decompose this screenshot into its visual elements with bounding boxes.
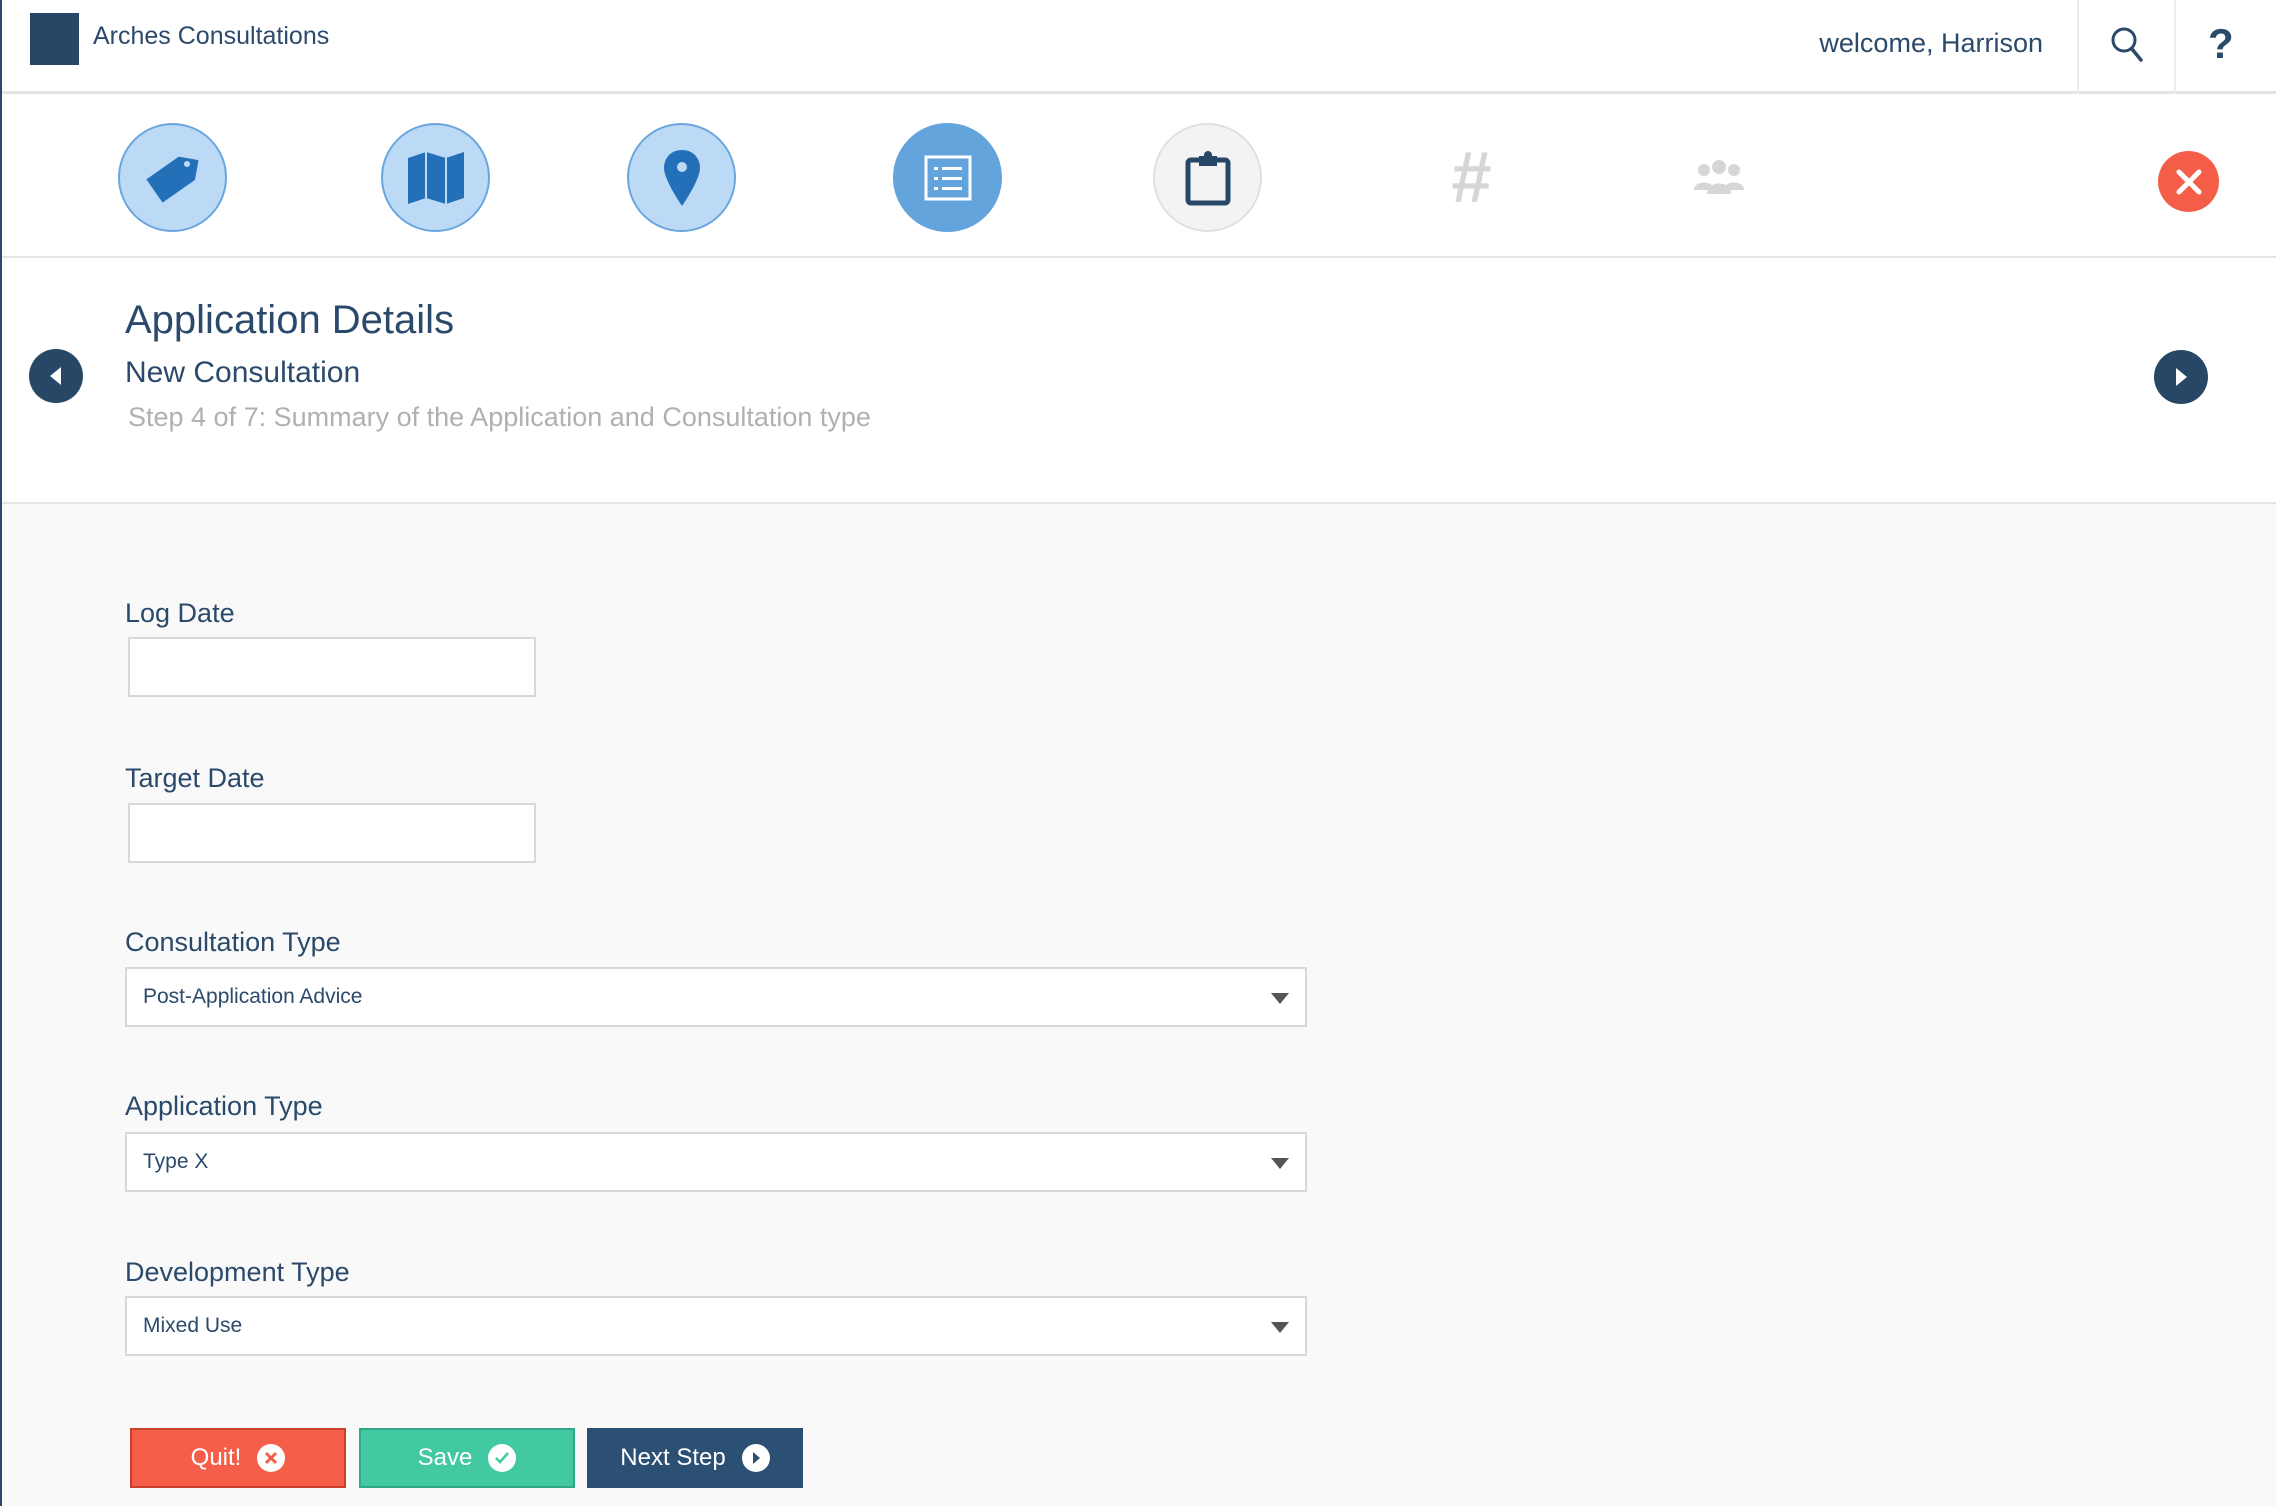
consultation-type-value: Post-Application Advice [143,985,363,1008]
page-title: Application Details [125,298,455,342]
next-step-button[interactable]: Next Step [587,1428,803,1488]
chevron-right-circle-icon [741,1444,770,1472]
check-circle-icon [488,1444,517,1472]
app-title[interactable]: Arches Consultations [93,22,329,51]
step-details[interactable] [893,123,1002,232]
people-icon [1693,159,1744,194]
map-pin-icon [663,149,700,206]
log-date-label: Log Date [125,598,235,628]
close-icon [2176,169,2201,194]
application-type-value: Type X [143,1150,209,1173]
save-label: Save [417,1444,473,1471]
step-navigation: # [2,94,2276,258]
next-step-label: Next Step [620,1444,726,1471]
development-type-select[interactable]: Mixed Use [125,1296,1307,1356]
step-people[interactable] [1664,123,1773,232]
top-header: Arches Consultations welcome, Harrison ? [2,0,2276,94]
development-type-label: Development Type [125,1257,350,1287]
chevron-down-icon [1271,993,1289,1004]
consultation-type-select[interactable]: Post-Application Advice [125,967,1307,1027]
step-clipboard[interactable] [1153,123,1262,232]
help-icon[interactable]: ? [2208,20,2234,68]
step-map[interactable] [381,123,490,232]
welcome-text: welcome, Harrison [1819,28,2043,58]
divider [2174,0,2176,94]
target-date-label: Target Date [125,763,265,793]
map-icon [407,151,464,204]
next-step-arrow-button[interactable] [2154,350,2208,404]
chevron-down-icon [1271,1322,1289,1333]
application-type-select[interactable]: Type X [125,1132,1307,1192]
tag-icon [145,156,198,203]
step-description: Step 4 of 7: Summary of the Application … [128,402,871,432]
previous-step-button[interactable] [29,349,83,403]
hash-icon[interactable]: # [1417,123,1526,232]
app-logo[interactable] [30,13,79,65]
close-wizard-button[interactable] [2158,151,2219,212]
list-icon [924,155,971,200]
quit-button[interactable]: Quit! [130,1428,346,1488]
save-button[interactable]: Save [359,1428,575,1488]
chevron-left-icon [50,367,61,385]
close-circle-icon [257,1444,286,1472]
chevron-right-icon [2176,368,2187,386]
clipboard-icon [1185,150,1230,205]
step-location[interactable] [627,123,736,232]
step-tag[interactable] [118,123,227,232]
consultation-type-label: Consultation Type [125,927,341,957]
development-type-value: Mixed Use [143,1314,243,1337]
search-icon[interactable] [2110,26,2144,69]
quit-label: Quit! [190,1444,242,1471]
log-date-input[interactable] [128,637,536,697]
application-type-label: Application Type [125,1091,323,1121]
divider [2077,0,2079,94]
chevron-down-icon [1271,1158,1289,1169]
target-date-input[interactable] [128,803,536,863]
page-subtitle: New Consultation [125,356,361,389]
